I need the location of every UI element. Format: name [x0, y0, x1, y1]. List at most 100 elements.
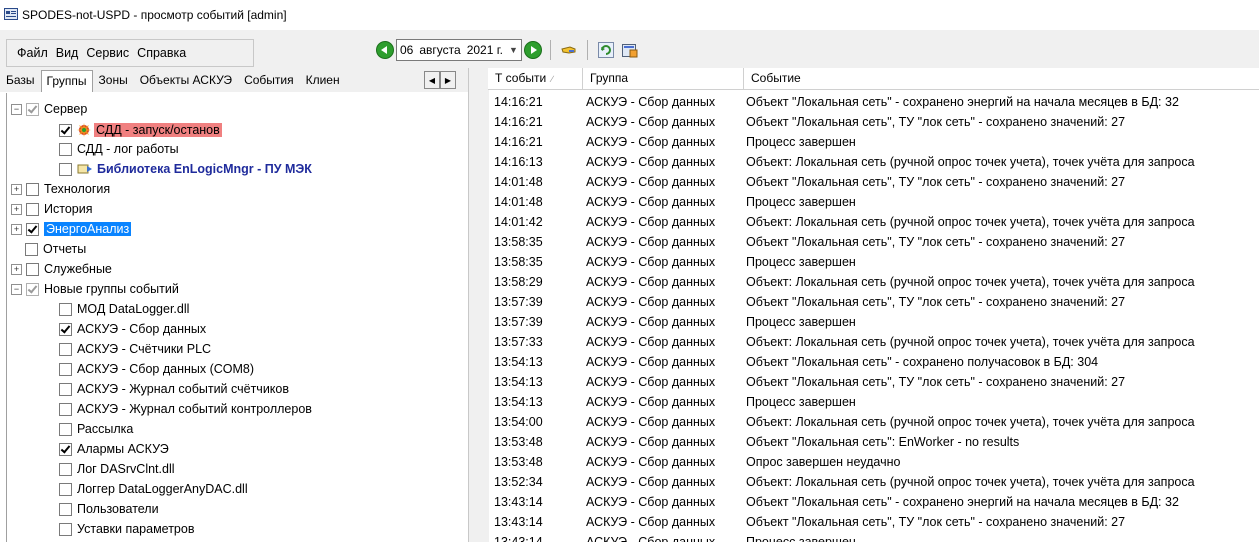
- tree-node-enlogic[interactable]: Библиотека EnLogicMngr - ПУ МЭК: [59, 159, 312, 179]
- table-row[interactable]: 13:43:14 АСКУЭ - Сбор данных Процесс завер…: [488, 532, 1259, 542]
- table-row[interactable]: 14:01:42 АСКУЭ - Сбор данных Объект: Локал…: [488, 212, 1259, 232]
- checkbox[interactable]: [59, 302, 72, 316]
- menu-help[interactable]: Справка: [133, 46, 190, 60]
- checkbox[interactable]: [26, 222, 39, 236]
- table-row[interactable]: 13:57:39 АСКУЭ - Сбор данных Процесс завер…: [488, 312, 1259, 332]
- table-row[interactable]: 13:54:13 АСКУЭ - Сбор данных Объект "Локал…: [488, 352, 1259, 372]
- tree-node-group[interactable]: АСКУЭ - Счётчики PLC: [59, 339, 211, 359]
- expand-icon[interactable]: +: [11, 203, 22, 215]
- tree-node-group[interactable]: Алармы АСКУЭ: [59, 439, 169, 459]
- checkbox[interactable]: [26, 182, 39, 196]
- table-row[interactable]: 13:54:13 АСКУЭ - Сбор данных Процесс завер…: [488, 392, 1259, 412]
- tree-label: СДД - запуск/останов: [94, 123, 222, 137]
- cell-time: 13:57:39: [494, 295, 543, 309]
- checkbox[interactable]: [59, 482, 72, 496]
- tree-node-group[interactable]: АСКУЭ - Сбор данных: [59, 319, 206, 339]
- checkbox[interactable]: [59, 422, 72, 436]
- chevron-down-icon[interactable]: ▼: [509, 45, 518, 55]
- tree-node-group[interactable]: Логгер DataLoggerAnyDAC.dll: [59, 479, 248, 499]
- pane-splitter[interactable]: [468, 68, 489, 542]
- column-header-event[interactable]: Событие: [744, 68, 1259, 89]
- table-row[interactable]: 13:43:14 АСКУЭ - Сбор данных Объект "Локал…: [488, 512, 1259, 532]
- checkbox[interactable]: [26, 262, 39, 276]
- cell-group: АСКУЭ - Сбор данных: [586, 295, 716, 309]
- tab-scroll-left-icon[interactable]: ◀: [424, 71, 440, 89]
- table-row[interactable]: 13:54:00 АСКУЭ - Сбор данных Объект: Локал…: [488, 412, 1259, 432]
- column-header-time[interactable]: Т событи ∕: [488, 68, 583, 89]
- prev-day-icon[interactable]: [376, 41, 394, 59]
- expand-icon[interactable]: +: [11, 263, 22, 275]
- tree-node-tech[interactable]: + Технология: [11, 179, 110, 199]
- tree-node-group[interactable]: Лог DASrvClnt.dll: [59, 459, 175, 479]
- tree-node-group[interactable]: Рассылка: [59, 419, 133, 439]
- column-header-group[interactable]: Группа: [583, 68, 744, 89]
- tree-node-reports[interactable]: Отчеты: [25, 239, 86, 259]
- table-row[interactable]: 13:54:13 АСКУЭ - Сбор данных Объект "Локал…: [488, 372, 1259, 392]
- date-picker[interactable]: 06 августа 2021 г. ▼: [396, 39, 522, 61]
- checkbox[interactable]: [59, 123, 72, 137]
- hand-pointer-icon[interactable]: [560, 41, 578, 59]
- tree-node-service[interactable]: + Служебные: [11, 259, 112, 279]
- checkbox[interactable]: [59, 522, 72, 536]
- table-row[interactable]: 13:53:48 АСКУЭ - Сбор данных Опрос заверше…: [488, 452, 1259, 472]
- tab-scroll-right-icon[interactable]: ▶: [440, 71, 456, 89]
- tree-node-group[interactable]: Пользователи: [59, 499, 159, 519]
- table-row[interactable]: 14:16:21 АСКУЭ - Сбор данных Объект "Локал…: [488, 92, 1259, 112]
- tree-node-group[interactable]: АСКУЭ - Сбор данных (COM8): [59, 359, 254, 379]
- table-row[interactable]: 13:58:35 АСКУЭ - Сбор данных Процесс завер…: [488, 252, 1259, 272]
- table-row[interactable]: 14:01:48 АСКУЭ - Сбор данных Процесс завер…: [488, 192, 1259, 212]
- checkbox[interactable]: [59, 382, 72, 396]
- tab-zones[interactable]: Зоны: [93, 69, 134, 92]
- table-row[interactable]: 13:58:29 АСКУЭ - Сбор данных Объект: Локал…: [488, 272, 1259, 292]
- checkbox[interactable]: [59, 342, 72, 356]
- tree-node-group[interactable]: АСКУЭ - Журнал событий контроллеров: [59, 399, 312, 419]
- tab-groups[interactable]: Группы: [40, 70, 93, 92]
- table-row[interactable]: 13:57:39 АСКУЭ - Сбор данных Объект "Локал…: [488, 292, 1259, 312]
- table-row[interactable]: 14:16:21 АСКУЭ - Сбор данных Процесс завер…: [488, 132, 1259, 152]
- refresh-icon[interactable]: [597, 41, 615, 59]
- menu-service[interactable]: Сервис: [82, 46, 133, 60]
- tree-node-newgroups[interactable]: − Новые группы событий: [11, 279, 179, 299]
- table-row[interactable]: 13:58:35 АСКУЭ - Сбор данных Объект "Локал…: [488, 232, 1259, 252]
- checkbox[interactable]: [59, 322, 72, 336]
- collapse-icon[interactable]: −: [11, 103, 22, 115]
- tree-node-sdd-log[interactable]: СДД - лог работы: [59, 139, 179, 159]
- checkbox[interactable]: [59, 462, 72, 476]
- table-row[interactable]: 13:57:33 АСКУЭ - Сбор данных Объект: Локал…: [488, 332, 1259, 352]
- checkbox[interactable]: [59, 402, 72, 416]
- checkbox[interactable]: [25, 242, 38, 256]
- table-row[interactable]: 14:01:48 АСКУЭ - Сбор данных Объект "Локал…: [488, 172, 1259, 192]
- checkbox[interactable]: [59, 442, 72, 456]
- tree-node-energo[interactable]: + ЭнергоАнализ: [11, 219, 132, 239]
- expand-icon[interactable]: +: [11, 223, 22, 235]
- tree-node-sdd-start[interactable]: СДД - запуск/останов: [59, 120, 222, 140]
- menu-file[interactable]: Файл: [13, 46, 52, 60]
- checkbox[interactable]: [59, 142, 72, 156]
- tree-node-group[interactable]: Уставки параметров: [59, 519, 194, 539]
- expand-icon[interactable]: +: [11, 183, 22, 195]
- tab-bases[interactable]: Базы: [0, 69, 41, 92]
- table-row[interactable]: 13:52:34 АСКУЭ - Сбор данных Объект: Локал…: [488, 472, 1259, 492]
- export-icon[interactable]: [621, 41, 639, 59]
- checkbox[interactable]: [59, 502, 72, 516]
- checkbox[interactable]: [26, 202, 39, 216]
- tab-events[interactable]: События: [238, 69, 300, 92]
- checkbox[interactable]: [26, 282, 39, 296]
- tree-node-history[interactable]: + История: [11, 199, 92, 219]
- tree-node-group[interactable]: АСКУЭ - Журнал событий счётчиков: [59, 379, 289, 399]
- checkbox[interactable]: [26, 102, 39, 116]
- tab-clients[interactable]: Клиен: [300, 69, 346, 92]
- tree-node-server[interactable]: − Сервер: [11, 99, 87, 119]
- table-row[interactable]: 14:16:13 АСКУЭ - Сбор данных Объект: Локал…: [488, 152, 1259, 172]
- table-row[interactable]: 13:43:14 АСКУЭ - Сбор данных Объект "Локал…: [488, 492, 1259, 512]
- window-title: SPODES-not-USPD - просмотр событий [admi…: [22, 8, 287, 22]
- tab-askue-objects[interactable]: Объекты АСКУЭ: [134, 69, 238, 92]
- checkbox[interactable]: [59, 162, 72, 176]
- tree-node-group[interactable]: МОД DataLogger.dll: [59, 299, 189, 319]
- menu-view[interactable]: Вид: [52, 46, 83, 60]
- next-day-icon[interactable]: [523, 41, 542, 59]
- collapse-icon[interactable]: −: [11, 283, 22, 295]
- table-row[interactable]: 14:16:21 АСКУЭ - Сбор данных Объект "Локал…: [488, 112, 1259, 132]
- table-row[interactable]: 13:53:48 АСКУЭ - Сбор данных Объект "Локал…: [488, 432, 1259, 452]
- checkbox[interactable]: [59, 362, 72, 376]
